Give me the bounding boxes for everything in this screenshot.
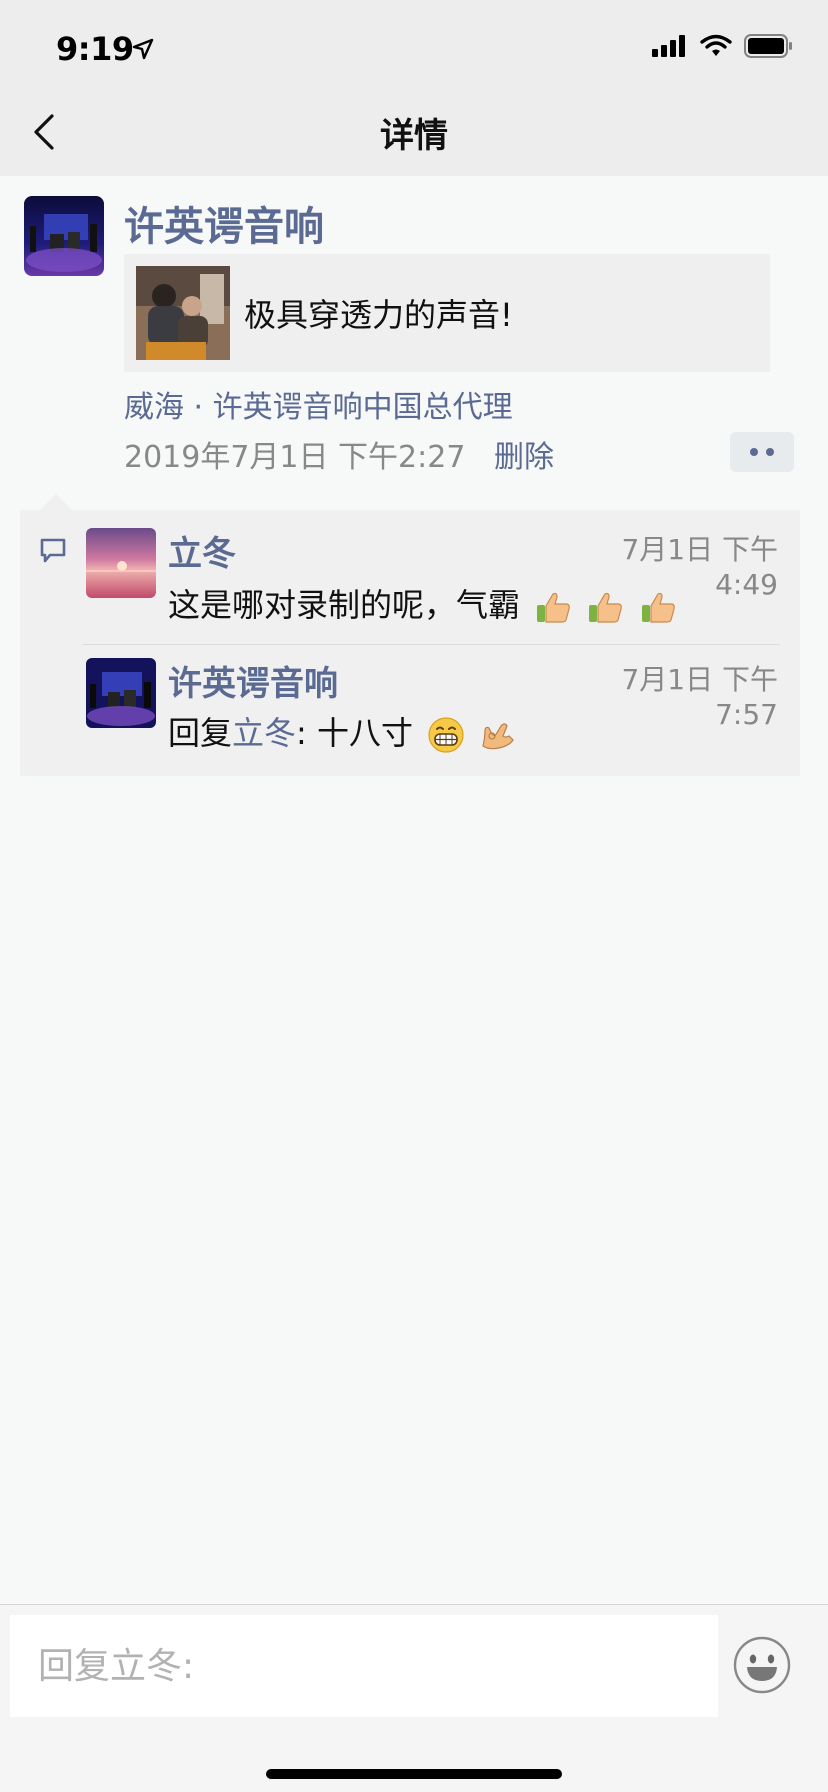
grinning-face-icon [428,717,464,753]
dot-icon [750,448,758,456]
comment-icon [40,538,66,563]
home-indicator [266,1769,562,1779]
post-author-name[interactable]: 许英谔音响 [124,194,324,252]
post-timestamp: 2019年7月1日 下午2:27 [124,440,466,475]
commenter-avatar[interactable] [86,658,156,728]
post-author-avatar[interactable] [24,196,104,276]
top-bar: 9:19 详情 [0,0,828,176]
battery-icon [744,34,792,58]
thumbs-up-icon [537,592,571,623]
reply-prefix: 回复 [168,714,233,752]
signal-icon [652,35,685,57]
comment-text[interactable]: 回复立冬: 十八寸 [168,708,517,754]
status-time: 9:19 [56,30,134,68]
delete-button[interactable]: 删除 [494,432,554,476]
reply-to-name[interactable]: 立冬 [232,714,296,752]
link-title: 极具穿透力的声音! [244,296,513,334]
emoji-picker-icon[interactable] [732,1635,792,1695]
comment-divider [82,644,780,645]
reply-bar [0,1604,828,1792]
thumbs-up-icon [641,592,675,623]
post-location[interactable]: 威海 · 许英谔音响中国总代理 [124,382,513,426]
comment-time: 7月1日 下午7:57 [621,663,778,731]
shared-link-card[interactable]: 极具穿透力的声音! [124,254,770,372]
link-thumbnail [136,266,230,360]
reply-input[interactable] [10,1615,718,1717]
status-icons [652,34,794,58]
comments-pointer [40,494,72,510]
location-arrow-icon [132,38,154,60]
ok-hand-icon [482,723,515,750]
commenter-name[interactable]: 立冬 [168,526,236,575]
dot-icon [766,448,774,456]
more-actions-button[interactable] [730,432,794,472]
page-title: 详情 [380,116,448,156]
comment-body: : 十八寸 [296,714,413,752]
comment-body: 这是哪对录制的呢，气霸 [168,586,521,624]
comment-text[interactable]: 这是哪对录制的呢，气霸 [168,580,677,626]
wifi-icon [700,34,732,56]
commenter-avatar[interactable] [86,528,156,598]
commenter-name[interactable]: 许英谔音响 [168,656,338,705]
thumbs-up-icon [589,592,623,623]
